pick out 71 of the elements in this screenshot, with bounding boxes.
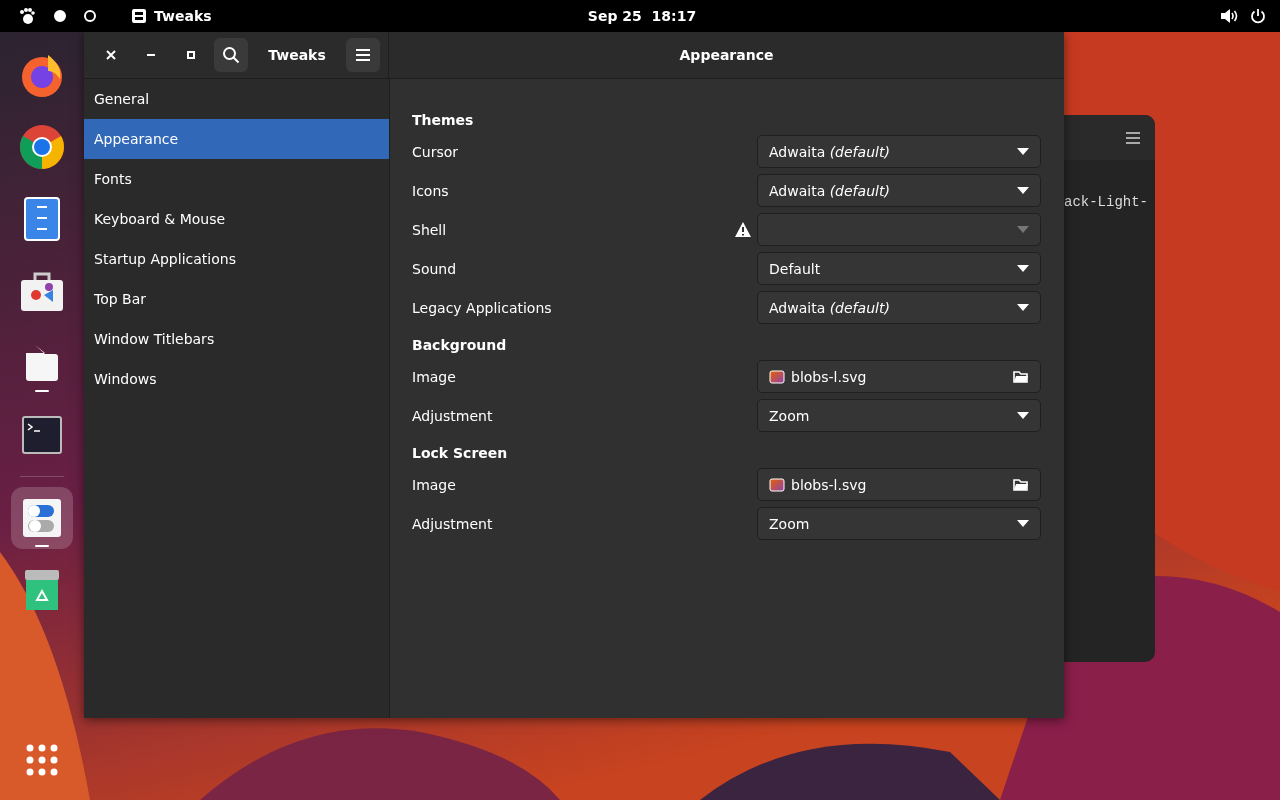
sidebar-item[interactable]: Windows: [84, 359, 389, 399]
image-file-icon: [769, 369, 785, 384]
combo-value: Default: [769, 260, 822, 277]
sidebar-item[interactable]: Top Bar: [84, 279, 389, 319]
dropdown[interactable]: Adwaita (default): [757, 291, 1041, 324]
folder-icon: [1013, 477, 1029, 492]
setting-label: Image: [412, 476, 457, 493]
caret-icon: [1017, 265, 1029, 272]
file-chooser[interactable]: blobs-l.svg: [757, 468, 1041, 501]
setting-label: Adjustment: [412, 515, 494, 532]
file-chooser[interactable]: blobs-l.svg: [757, 360, 1041, 393]
folder-icon: [1013, 369, 1029, 384]
menu-icon: [1125, 130, 1141, 145]
sidebar-item[interactable]: Window Titlebars: [84, 319, 389, 359]
sidebar-item[interactable]: Keyboard & Mouse: [84, 199, 389, 239]
power-icon[interactable]: [1250, 8, 1266, 24]
caret-icon: [1017, 187, 1029, 194]
combo-value: blobs-l.svg: [791, 476, 868, 493]
setting-label: Shell: [412, 221, 448, 238]
combo-value: Zoom: [769, 407, 811, 424]
image-file-icon: [769, 477, 785, 492]
sidebar-item[interactable]: Fonts: [84, 159, 389, 199]
section-title: Background: [412, 337, 508, 355]
combo-value: blobs-l.svg: [791, 368, 868, 385]
app-grid-icon[interactable]: [26, 744, 58, 776]
foot-icon[interactable]: [18, 7, 36, 25]
page-title: Appearance: [678, 46, 775, 65]
caret-icon: [1017, 520, 1029, 527]
combo-value: Zoom: [769, 515, 811, 532]
combo-value: Adwaita (default): [769, 182, 891, 199]
section-title: Themes: [412, 112, 475, 130]
menu-button[interactable]: [346, 38, 380, 72]
caret-icon: [1017, 412, 1029, 419]
setting-label: Icons: [412, 182, 450, 199]
sidebar-item[interactable]: General: [84, 79, 389, 119]
setting-label: Image: [412, 368, 457, 385]
setting-label: Legacy Applications: [412, 299, 553, 316]
sidebar-item[interactable]: Appearance: [84, 119, 389, 159]
combo-value: Adwaita (default): [769, 143, 891, 160]
combo-value: Adwaita (default): [769, 299, 891, 316]
terminal-icon: [22, 416, 62, 454]
minimize-icon: [147, 54, 155, 56]
caret-icon: [1017, 226, 1029, 233]
cabinet-icon: [24, 197, 60, 241]
sidebar-item[interactable]: Startup Applications: [84, 239, 389, 279]
menu-icon: [355, 48, 371, 62]
setting-label: Sound: [412, 260, 458, 277]
clock[interactable]: Sep 25 18:17: [587, 8, 697, 24]
speaker-icon[interactable]: [1220, 8, 1238, 24]
section-title: Lock Screen: [412, 445, 509, 463]
caret-icon: [1017, 304, 1029, 311]
dropdown[interactable]: Zoom: [757, 399, 1041, 432]
app-title: Tweaks: [267, 47, 327, 63]
shopping-bag-icon: [20, 270, 64, 312]
ring-icon: [18, 123, 66, 171]
workspace-dot[interactable]: [84, 10, 96, 22]
maximize-icon: [186, 50, 196, 60]
dropdown[interactable]: Adwaita (default): [757, 135, 1041, 168]
dropdown[interactable]: Adwaita (default): [757, 174, 1041, 207]
terminal-text: ack-Light-: [1064, 194, 1148, 210]
search-icon: [222, 46, 240, 64]
trash-icon: [24, 569, 60, 611]
dropdown[interactable]: Zoom: [757, 507, 1041, 540]
setting-label: Cursor: [412, 143, 460, 160]
search-button[interactable]: [214, 38, 248, 72]
dropdown[interactable]: Default: [757, 252, 1041, 285]
app-menu[interactable]: Tweaks: [154, 8, 212, 24]
workspace-dot[interactable]: [54, 10, 66, 22]
setting-label: Adjustment: [412, 407, 494, 424]
close-icon: [106, 50, 116, 60]
caret-icon: [1017, 148, 1029, 155]
